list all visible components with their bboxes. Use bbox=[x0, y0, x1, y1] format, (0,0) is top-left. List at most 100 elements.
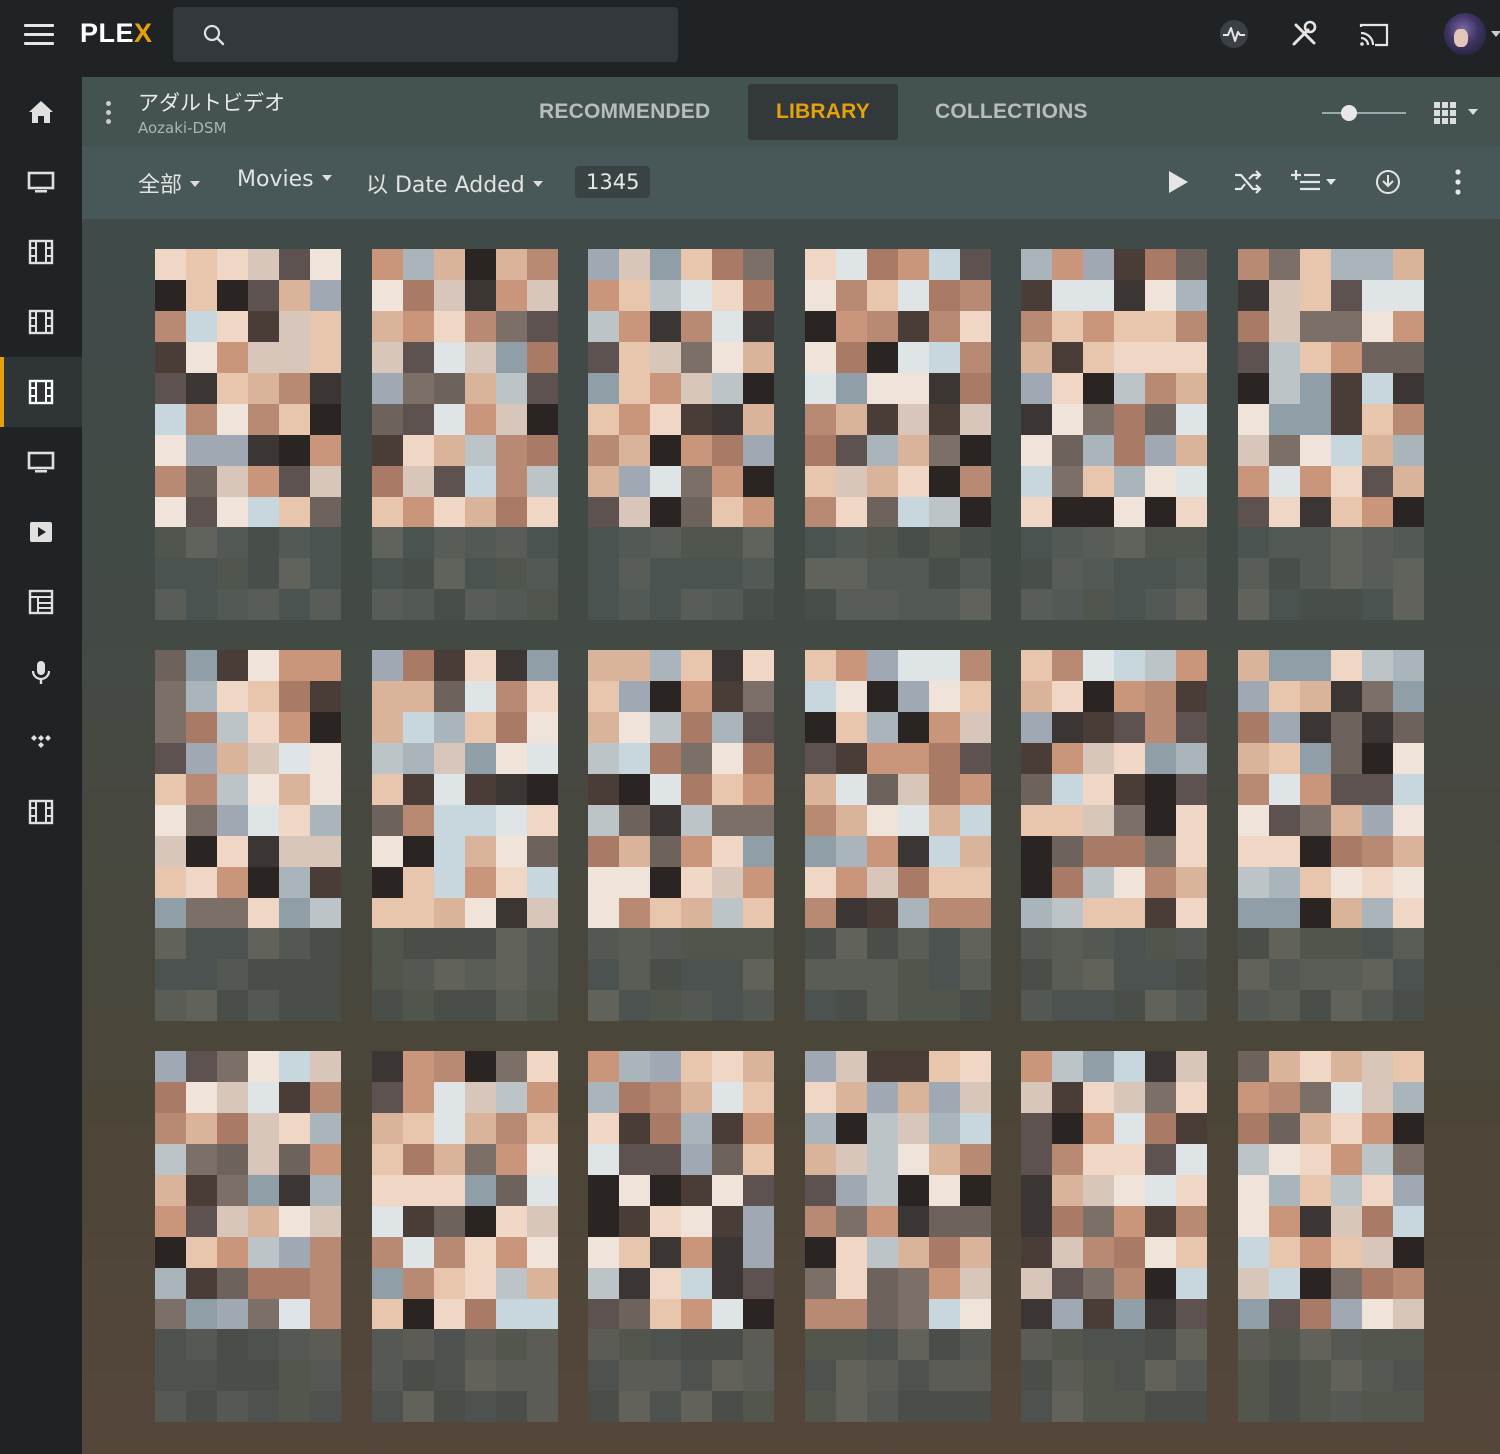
film-icon bbox=[28, 379, 54, 405]
poster-caption bbox=[1237, 527, 1424, 620]
poster-thumbnail[interactable] bbox=[588, 650, 774, 928]
search-box[interactable] bbox=[173, 7, 678, 62]
tab-library[interactable]: LIBRARY bbox=[748, 84, 898, 140]
library-toolbar: 全部 Movies 以 Date Added 1345 bbox=[82, 147, 1500, 219]
cast-icon[interactable] bbox=[1357, 18, 1391, 54]
tab-collections[interactable]: COLLECTIONS bbox=[907, 84, 1116, 140]
shuffle-icon bbox=[1235, 170, 1262, 194]
poster-caption bbox=[588, 1329, 774, 1422]
sidebar-item-movies-2[interactable] bbox=[0, 287, 82, 357]
poster-thumbnail[interactable] bbox=[371, 650, 558, 928]
poster-thumbnail[interactable] bbox=[155, 1051, 341, 1329]
library-header: アダルトビデオ Aozaki-DSM RECOMMENDED LIBRARY C… bbox=[82, 77, 1500, 147]
poster-caption bbox=[1021, 1329, 1207, 1422]
poster-size-slider-track[interactable] bbox=[1322, 112, 1406, 114]
poster-caption bbox=[371, 527, 558, 620]
type-label: Movies bbox=[237, 167, 314, 192]
poster-thumbnail[interactable] bbox=[1021, 249, 1207, 527]
film-icon bbox=[28, 799, 54, 825]
sidebar bbox=[0, 77, 82, 1454]
microphone-icon bbox=[31, 661, 51, 684]
play-icon bbox=[1169, 171, 1188, 193]
poster-thumbnail[interactable] bbox=[371, 1051, 558, 1329]
grid-view-icon bbox=[1434, 102, 1478, 124]
poster-caption bbox=[804, 928, 991, 1021]
library-server-name: Aozaki-DSM bbox=[138, 119, 227, 137]
sort-dropdown[interactable]: 以 Date Added bbox=[366, 167, 543, 199]
more-options-button[interactable] bbox=[1454, 169, 1462, 199]
poster-caption bbox=[155, 527, 341, 620]
top-bar: PLEX bbox=[0, 0, 1500, 77]
filter-all-label: 全部 bbox=[138, 173, 183, 198]
chevron-down-icon bbox=[190, 181, 201, 187]
chevron-down-icon[interactable] bbox=[1491, 31, 1500, 37]
more-vertical-icon[interactable] bbox=[106, 101, 112, 128]
shuffle-button[interactable] bbox=[1233, 169, 1263, 199]
poster-thumbnail[interactable] bbox=[804, 650, 991, 928]
library-content: アダルトビデオ Aozaki-DSM RECOMMENDED LIBRARY C… bbox=[82, 77, 1500, 1454]
poster-caption bbox=[1237, 1329, 1424, 1422]
film-icon bbox=[28, 239, 54, 265]
sidebar-item-podcasts[interactable] bbox=[0, 637, 82, 707]
sidebar-item-movies-3[interactable] bbox=[0, 777, 82, 847]
poster-thumbnail[interactable] bbox=[1237, 1051, 1424, 1329]
poster-caption bbox=[1021, 928, 1207, 1021]
play-icon bbox=[30, 522, 52, 542]
sidebar-item-playlists[interactable] bbox=[0, 567, 82, 637]
poster-caption bbox=[1021, 527, 1207, 620]
search-icon bbox=[203, 24, 225, 46]
sidebar-item-tv[interactable] bbox=[0, 147, 82, 217]
poster-thumbnail[interactable] bbox=[804, 1051, 991, 1329]
tv-icon bbox=[27, 451, 55, 473]
poster-thumbnail[interactable] bbox=[1237, 249, 1424, 527]
play-all-button[interactable] bbox=[1166, 169, 1190, 199]
view-mode-button[interactable] bbox=[1434, 102, 1480, 130]
poster-thumbnail[interactable] bbox=[588, 249, 774, 527]
plex-logo[interactable]: PLEX bbox=[80, 18, 153, 49]
poster-thumbnail[interactable] bbox=[804, 249, 991, 527]
sidebar-item-home[interactable] bbox=[0, 77, 82, 147]
user-avatar[interactable] bbox=[1444, 13, 1486, 55]
poster-grid bbox=[82, 219, 1500, 1454]
poster-thumbnail[interactable] bbox=[588, 1051, 774, 1329]
tv-icon bbox=[27, 171, 55, 193]
chevron-down-icon bbox=[532, 181, 543, 187]
poster-thumbnail[interactable] bbox=[1021, 1051, 1207, 1329]
poster-size-slider-handle[interactable] bbox=[1341, 105, 1357, 121]
poster-caption bbox=[371, 928, 558, 1021]
poster-caption bbox=[155, 1329, 341, 1422]
poster-thumbnail[interactable] bbox=[155, 650, 341, 928]
sidebar-item-adult-video[interactable] bbox=[0, 357, 82, 427]
poster-caption bbox=[371, 1329, 558, 1422]
poster-thumbnail[interactable] bbox=[1021, 650, 1207, 928]
activity-icon[interactable] bbox=[1218, 18, 1250, 54]
more-vertical-icon bbox=[1455, 169, 1461, 195]
sidebar-item-tv-2[interactable] bbox=[0, 427, 82, 497]
poster-thumbnail[interactable] bbox=[371, 249, 558, 527]
poster-caption bbox=[1237, 928, 1424, 1021]
sort-label: 以 Date Added bbox=[366, 173, 525, 198]
sidebar-item-movies-1[interactable] bbox=[0, 217, 82, 287]
settings-wrench-icon[interactable] bbox=[1288, 18, 1320, 54]
download-button[interactable] bbox=[1375, 169, 1401, 199]
poster-thumbnail[interactable] bbox=[1237, 650, 1424, 928]
home-icon bbox=[29, 101, 53, 123]
poster-thumbnail[interactable] bbox=[155, 249, 341, 527]
poster-caption bbox=[588, 527, 774, 620]
item-count-badge: 1345 bbox=[575, 166, 651, 198]
sidebar-item-tidal[interactable] bbox=[0, 707, 82, 777]
poster-caption bbox=[588, 928, 774, 1021]
poster-caption bbox=[155, 928, 341, 1021]
library-title: アダルトビデオ bbox=[138, 91, 285, 115]
add-to-playlist-button[interactable] bbox=[1290, 169, 1338, 199]
type-dropdown[interactable]: Movies bbox=[237, 167, 332, 192]
sidebar-item-videos[interactable] bbox=[0, 497, 82, 567]
tab-recommended[interactable]: RECOMMENDED bbox=[511, 84, 738, 140]
chevron-down-icon bbox=[321, 175, 332, 181]
film-icon bbox=[28, 309, 54, 335]
hamburger-menu-icon[interactable] bbox=[24, 24, 54, 50]
filter-all-dropdown[interactable]: 全部 bbox=[138, 167, 201, 199]
poster-caption bbox=[804, 1329, 991, 1422]
search-input[interactable] bbox=[233, 17, 657, 53]
tidal-icon bbox=[31, 735, 51, 748]
